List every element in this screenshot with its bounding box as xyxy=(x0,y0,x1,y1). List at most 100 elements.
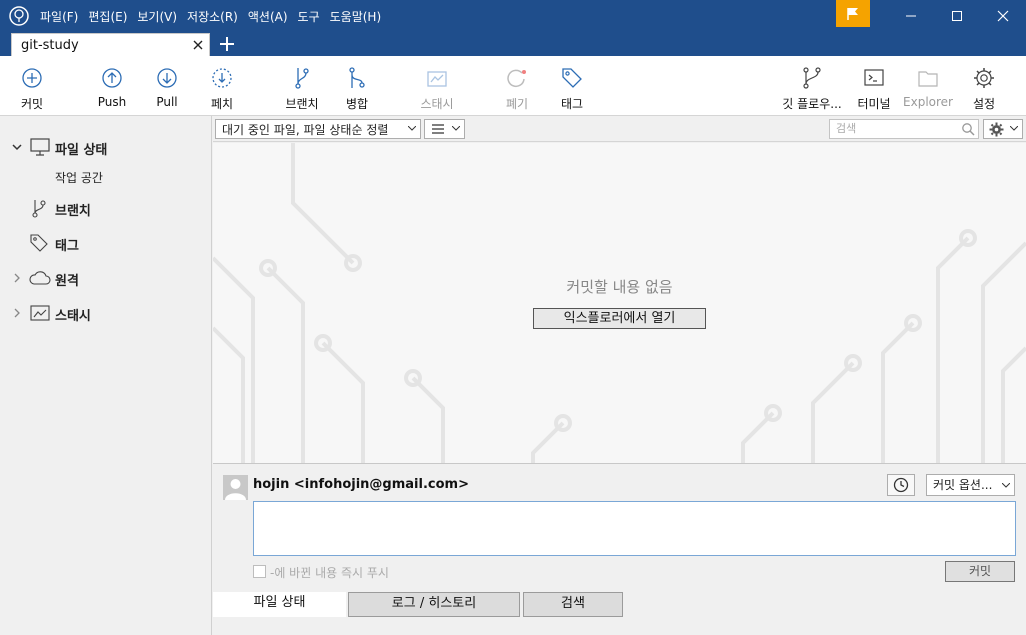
branch-button[interactable]: 브랜치 xyxy=(283,56,321,114)
commit-options-label: 커밋 옵션... xyxy=(933,478,993,492)
repository-tabs: git-study xyxy=(0,32,1026,56)
menu-tools[interactable]: 도구 xyxy=(298,8,320,25)
pull-label: Pull xyxy=(156,95,178,109)
explorer-label: Explorer xyxy=(903,95,953,109)
sidebar-item-branches[interactable]: 브랜치 xyxy=(0,197,212,219)
chevron-down-icon xyxy=(1010,126,1018,131)
commit-message-input[interactable] xyxy=(253,501,1016,556)
sidebar-label-file-status: 파일 상태 xyxy=(55,143,108,158)
tag-icon xyxy=(30,234,48,252)
monitor-icon xyxy=(30,138,50,156)
merge-icon xyxy=(349,67,365,88)
sort-dropdown[interactable]: 대기 중인 파일, 파일 상태순 정렬 xyxy=(215,119,421,139)
menu-actions[interactable]: 액션(A) xyxy=(248,8,288,25)
bottom-tab-bar: 파일 상태 로그 / 히스토리 검색 xyxy=(213,592,1026,635)
discard-icon xyxy=(507,69,526,88)
flag-icon xyxy=(847,7,858,20)
discard-button[interactable]: 폐기 xyxy=(504,56,530,114)
terminal-icon xyxy=(864,69,884,86)
tag-label: 태그 xyxy=(560,97,584,111)
circuit-background xyxy=(213,143,1026,463)
menu-view[interactable]: 보기(V) xyxy=(137,8,177,25)
commit-toolbar-button[interactable]: 커밋 xyxy=(18,56,46,114)
stash-icon xyxy=(30,305,50,321)
push-button[interactable]: Push xyxy=(96,56,128,114)
title-bar: 파일(F) 편집(E) 보기(V) 저장소(R) 액션(A) 도구 도움말(H) xyxy=(0,0,1026,32)
fetch-button[interactable]: 페치 xyxy=(208,56,236,114)
arrow-up-circle-icon xyxy=(102,68,122,88)
maximize-button[interactable] xyxy=(934,0,980,32)
commit-button[interactable]: 커밋 xyxy=(945,561,1015,582)
tab-label: git-study xyxy=(21,38,79,53)
chevron-down-icon xyxy=(452,126,460,131)
close-tab-icon[interactable] xyxy=(191,38,205,52)
tab-git-study[interactable]: git-study xyxy=(11,33,210,56)
branch-icon xyxy=(32,200,46,218)
git-flow-button[interactable]: 깃 플로우... xyxy=(780,56,844,114)
tab-file-status[interactable]: 파일 상태 xyxy=(213,592,346,617)
settings-label: 설정 xyxy=(972,97,996,111)
search-icon xyxy=(962,123,975,136)
chevron-right-icon[interactable] xyxy=(11,307,23,319)
branch-icon xyxy=(295,68,309,89)
sidebar-item-file-status[interactable]: 파일 상태 xyxy=(0,136,212,158)
terminal-button[interactable]: 터미널 xyxy=(855,56,893,114)
sidebar: 파일 상태 작업 공간 브랜치 태그 원격 스태시 xyxy=(0,116,212,635)
menu-file[interactable]: 파일(F) xyxy=(40,8,78,25)
sidebar-item-tags[interactable]: 태그 xyxy=(0,232,212,254)
menu-help[interactable]: 도움말(H) xyxy=(330,8,382,25)
discard-label: 폐기 xyxy=(505,97,529,111)
pending-files-area: 커밋할 내용 없음 익스플로러에서 열기 xyxy=(213,143,1026,463)
commit-author: hojin <infohojin@gmail.com> xyxy=(253,477,469,492)
commit-history-button[interactable] xyxy=(887,474,915,496)
commit-panel: hojin <infohojin@gmail.com> 커밋 옵션... -에 … xyxy=(213,463,1026,592)
stash-label: 스태시 xyxy=(420,97,454,111)
git-flow-label: 깃 플로우... xyxy=(782,97,842,111)
sidebar-label-branches: 브랜치 xyxy=(55,204,91,219)
sidebar-label-remotes: 원격 xyxy=(55,274,79,289)
chevron-down-icon xyxy=(408,126,416,131)
maximize-icon xyxy=(952,11,962,21)
chevron-right-icon[interactable] xyxy=(11,272,23,284)
minimize-button[interactable] xyxy=(888,0,934,32)
stash-button[interactable]: 스태시 xyxy=(418,56,456,114)
push-label: Push xyxy=(97,95,127,109)
commit-options-dropdown[interactable]: 커밋 옵션... xyxy=(926,474,1015,496)
search-placeholder: 검색 xyxy=(836,122,857,135)
git-flow-icon xyxy=(803,67,821,89)
add-tab-icon[interactable] xyxy=(218,35,236,53)
sourcetree-logo-icon[interactable] xyxy=(9,6,29,26)
menu-edit[interactable]: 편집(E) xyxy=(88,8,127,25)
arrow-down-circle-icon xyxy=(157,68,177,88)
chevron-down-icon[interactable] xyxy=(11,141,23,153)
list-icon xyxy=(432,124,444,134)
push-immediately-checkbox[interactable] xyxy=(253,565,266,578)
view-mode-dropdown[interactable] xyxy=(424,119,465,139)
tab-log-history[interactable]: 로그 / 히스토리 xyxy=(348,592,520,617)
tag-button[interactable]: 태그 xyxy=(558,56,586,114)
explorer-button[interactable]: Explorer xyxy=(903,56,953,114)
merge-label: 병합 xyxy=(345,97,369,111)
branch-label: 브랜치 xyxy=(285,97,319,111)
close-window-button[interactable] xyxy=(980,0,1026,32)
close-icon xyxy=(997,10,1009,22)
folder-icon xyxy=(918,71,938,87)
flag-button[interactable] xyxy=(836,0,870,27)
file-filter-bar: 대기 중인 파일, 파일 상태순 정렬 검색 xyxy=(213,116,1026,142)
filter-settings-dropdown[interactable] xyxy=(983,119,1023,139)
sidebar-item-remotes[interactable]: 원격 xyxy=(0,267,212,289)
pull-button[interactable]: Pull xyxy=(153,56,181,114)
sidebar-item-working-copy[interactable]: 작업 공간 xyxy=(55,169,103,186)
merge-button[interactable]: 병합 xyxy=(344,56,370,114)
settings-button[interactable]: 설정 xyxy=(970,56,998,114)
fetch-icon xyxy=(212,68,232,88)
sidebar-item-stashes[interactable]: 스태시 xyxy=(0,302,212,324)
menu-repository[interactable]: 저장소(R) xyxy=(187,8,238,25)
stash-icon xyxy=(427,71,447,87)
tab-search[interactable]: 검색 xyxy=(523,592,623,617)
push-immediately-label: -에 바뀐 내용 즉시 푸시 xyxy=(270,566,389,580)
open-in-explorer-button[interactable]: 익스플로러에서 열기 xyxy=(533,308,706,329)
main-toolbar: 커밋 Push Pull 페치 브랜치 병합 스태시 폐기 태그 깃 플로우..… xyxy=(0,56,1026,116)
search-input[interactable]: 검색 xyxy=(829,119,979,139)
empty-state-message: 커밋할 내용 없음 xyxy=(566,278,673,296)
